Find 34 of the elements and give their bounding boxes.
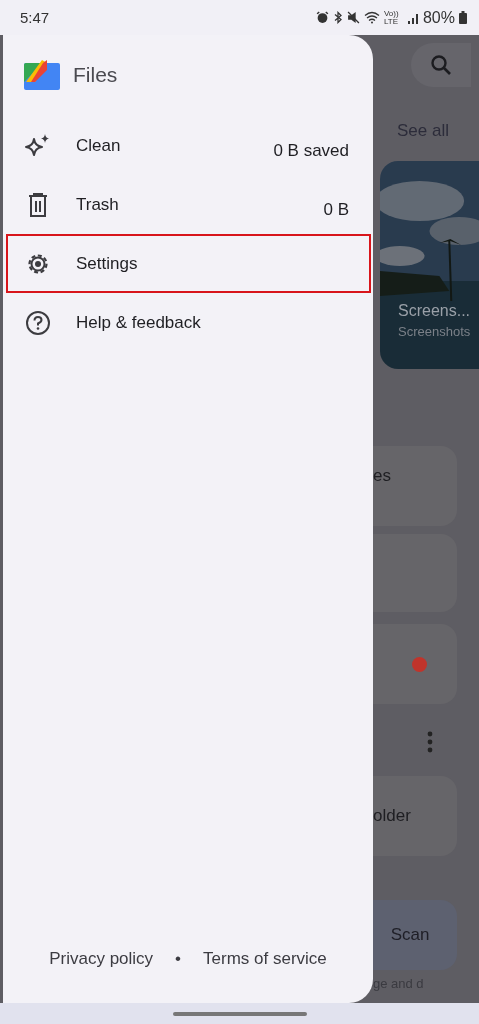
card-label: older: [373, 806, 411, 826]
drawer-item[interactable]: Settings: [6, 234, 371, 293]
separator-dot: •: [175, 949, 182, 969]
card-label: es: [373, 466, 391, 486]
item-label: Clean: [76, 135, 121, 156]
volte-indicator: Vo)) LTE: [383, 9, 400, 26]
bluetooth-icon: [332, 11, 343, 24]
drawer-item[interactable]: Clean 0 B saved: [6, 116, 371, 175]
wifi-icon: [363, 11, 380, 24]
app-title: Files: [73, 63, 118, 87]
item-label: Trash: [76, 194, 119, 215]
signal-icon: [407, 11, 419, 24]
search-button[interactable]: [411, 43, 471, 87]
mute-icon: [346, 11, 360, 24]
album-subtitle: Screenshots: [398, 324, 471, 339]
album-card[interactable]: Screens... Screenshots: [380, 161, 479, 369]
gesture-handle[interactable]: [172, 1011, 307, 1016]
privacy-policy-link[interactable]: Privacy policy: [49, 949, 154, 969]
album-title: Screens...: [398, 302, 471, 320]
status-time: 5:47: [20, 9, 50, 26]
search-icon: [429, 53, 453, 77]
terms-of-service-link[interactable]: Terms of service: [203, 949, 327, 969]
alarm-icon: [315, 11, 329, 24]
help-icon: [23, 309, 53, 336]
battery-icon: [459, 11, 467, 24]
item-label: Help & feedback: [76, 312, 201, 333]
drawer-item[interactable]: Help & feedback: [6, 293, 371, 352]
files-logo-icon: [23, 60, 60, 90]
item-label: Settings: [76, 253, 138, 274]
item-value: 0 B: [323, 198, 349, 220]
more-icon[interactable]: [427, 731, 433, 753]
item-value: 0 B saved: [273, 139, 349, 161]
battery-percent: 80%: [422, 8, 455, 27]
drawer-item[interactable]: Trash 0 B: [6, 175, 371, 234]
